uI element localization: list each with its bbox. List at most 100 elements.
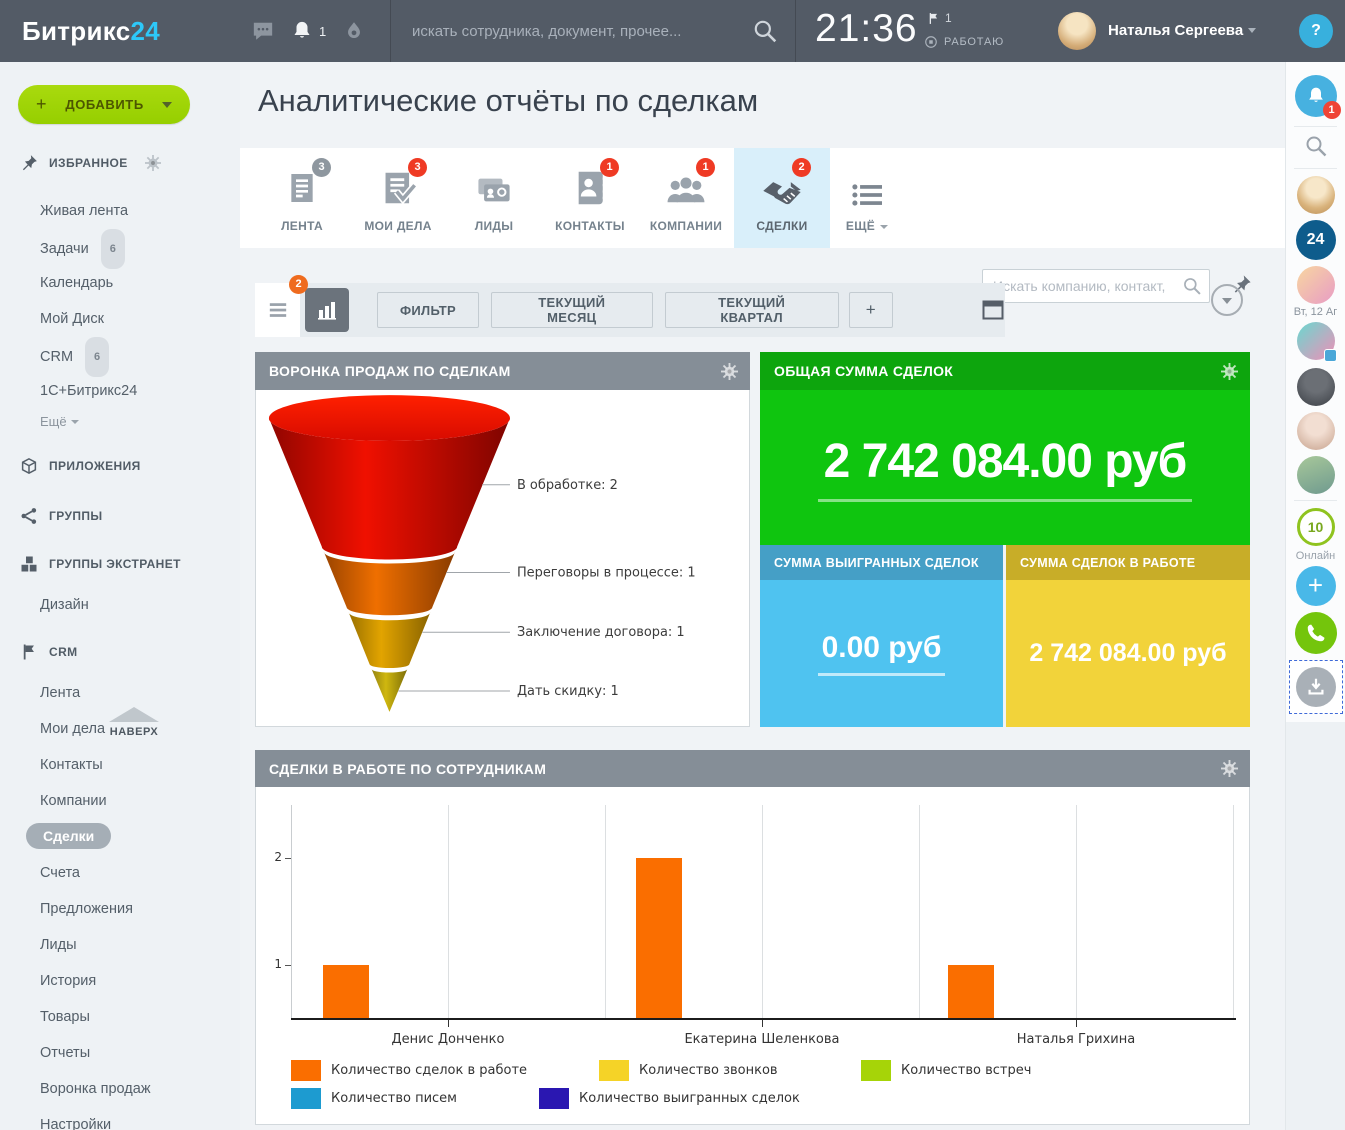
- user-name[interactable]: Наталья Сергеева: [1108, 0, 1243, 62]
- rail-date-label: Вт, 12 Аг: [1294, 306, 1338, 318]
- back-to-top-button[interactable]: НАВЕРХ: [96, 707, 172, 738]
- filter-button[interactable]: ФИЛЬТР: [377, 292, 479, 328]
- sidebar-item-invoices[interactable]: Счета: [0, 855, 240, 891]
- rail-contact-avatar[interactable]: [1297, 456, 1335, 494]
- download-icon: [1305, 676, 1327, 698]
- gridline: [762, 805, 763, 1018]
- sidebar-item-tasks[interactable]: Задачи6: [0, 229, 240, 265]
- sidebar-item-reports[interactable]: Отчеты: [0, 1035, 240, 1071]
- messages-icon[interactable]: [252, 20, 274, 42]
- add-filter-button[interactable]: +: [849, 292, 893, 328]
- rail-contact-avatar[interactable]: [1297, 322, 1335, 360]
- global-search-input[interactable]: [412, 14, 742, 48]
- rail-24-badge[interactable]: 24: [1296, 220, 1336, 260]
- rail-search-button[interactable]: [1304, 134, 1328, 158]
- won-deals-sum-value[interactable]: 0.00 руб: [818, 631, 946, 676]
- tab-companies[interactable]: 1 КОМПАНИИ: [638, 148, 734, 248]
- worktime-flag[interactable]: 1: [927, 11, 952, 25]
- gridline: [1076, 805, 1077, 1018]
- left-sidebar: + ДОБАВИТЬ ИЗБРАННОЕ Живая лента Задачи6…: [0, 62, 240, 1130]
- report-toolbar: 2 ФИЛЬТР ТЕКУЩИЙ МЕСЯЦ ТЕКУЩИЙ КВАРТАЛ +: [255, 283, 1005, 337]
- user-menu-caret-icon[interactable]: [1248, 28, 1256, 33]
- inwork-deals-sum-value[interactable]: 2 742 084.00 руб: [1029, 639, 1226, 668]
- add-button[interactable]: + ДОБАВИТЬ: [18, 85, 190, 124]
- sidebar-item-leads[interactable]: Лиды: [0, 927, 240, 963]
- category-label: Наталья Грихина: [946, 1032, 1206, 1047]
- extranet-section-header[interactable]: ГРУППЫ ЭКСТРАНЕТ: [20, 555, 181, 573]
- collapse-widgets-button[interactable]: [1211, 284, 1243, 316]
- sales-funnel-widget: ВОРОНКА ПРОДАЖ ПО СДЕЛКАМ: [255, 352, 750, 727]
- chart-plot-area: [291, 805, 1234, 1018]
- sidebar-item-calendar[interactable]: Календарь: [0, 265, 240, 301]
- rail-contact-avatar[interactable]: [1297, 368, 1335, 406]
- sidebar-item-crm[interactable]: CRM6: [0, 337, 240, 373]
- current-quarter-button[interactable]: ТЕКУЩИЙ КВАРТАЛ: [665, 292, 839, 328]
- sidebar-item-sales-funnel[interactable]: Воронка продаж: [0, 1071, 240, 1107]
- sidebar-item-deals-active[interactable]: Сделки: [0, 819, 240, 855]
- legend-swatch: [599, 1060, 629, 1081]
- badge-24: 24: [1296, 220, 1336, 260]
- list-view-toggle[interactable]: 2: [255, 283, 300, 337]
- chevron-down-icon: [162, 102, 172, 108]
- drive-drop-icon[interactable]: [343, 20, 365, 42]
- rail-contact-avatar[interactable]: [1297, 266, 1335, 304]
- tab-badge: 3: [312, 158, 331, 177]
- favorites-more-link[interactable]: Ещё: [40, 414, 79, 429]
- help-button[interactable]: ?: [1299, 14, 1333, 48]
- tab-deals-active[interactable]: 2 СДЕЛКИ: [734, 148, 830, 248]
- funnel-widget-title: ВОРОНКА ПРОДАЖ ПО СДЕЛКАМ: [269, 363, 511, 379]
- sidebar-item-feed[interactable]: Лента: [0, 675, 240, 711]
- total-deals-sum-value[interactable]: 2 742 084.00 руб: [818, 434, 1193, 502]
- tab-contacts[interactable]: 1 КОНТАКТЫ: [542, 148, 638, 248]
- rail-download-app-button[interactable]: [1289, 660, 1343, 714]
- crm-section-header[interactable]: CRM: [20, 643, 78, 661]
- rail-contact-avatar[interactable]: [1297, 176, 1335, 214]
- rail-online-counter[interactable]: 10: [1297, 508, 1335, 546]
- record-status-icon: [924, 35, 938, 49]
- sidebar-item-quotes[interactable]: Предложения: [0, 891, 240, 927]
- notifications-bell-icon[interactable]: [291, 20, 313, 42]
- flag-icon: [927, 12, 940, 25]
- widget-gear-icon[interactable]: [1221, 760, 1238, 777]
- app-logo[interactable]: Битрикс24: [22, 0, 160, 62]
- current-month-button[interactable]: ТЕКУЩИЙ МЕСЯЦ: [491, 292, 653, 328]
- widget-gear-icon[interactable]: [721, 363, 738, 380]
- sidebar-item-settings[interactable]: Настройки: [0, 1107, 240, 1130]
- apps-section-header[interactable]: ПРИЛОЖЕНИЯ: [20, 457, 141, 475]
- favorites-gear-icon[interactable]: [145, 155, 161, 171]
- rail-invite-button[interactable]: +: [1296, 566, 1336, 606]
- favorites-section-header: ИЗБРАННОЕ: [20, 154, 161, 172]
- chart-view-icon: [315, 298, 339, 322]
- tab-my-activities[interactable]: 3 МОИ ДЕЛА: [350, 148, 446, 248]
- entity-search-input[interactable]: [982, 269, 1210, 303]
- calendar-view-icon[interactable]: [981, 299, 1005, 321]
- rail-notifications-button[interactable]: 1: [1295, 75, 1337, 117]
- sidebar-item-contacts[interactable]: Контакты: [0, 747, 240, 783]
- avatar: [1297, 176, 1335, 214]
- worktime-clock[interactable]: 21:36: [815, 7, 918, 51]
- logo-suffix: 24: [131, 16, 161, 46]
- tab-leads[interactable]: ЛИДЫ: [446, 148, 542, 248]
- sidebar-item-history[interactable]: История: [0, 963, 240, 999]
- sidebar-item-1c-bitrix24[interactable]: 1С+Битрикс24: [0, 373, 240, 409]
- topbar-divider: [390, 0, 391, 62]
- total-widget-title: ОБЩАЯ СУММА СДЕЛОК: [774, 363, 953, 379]
- sidebar-item-products[interactable]: Товары: [0, 999, 240, 1035]
- funnel-stage-3: [349, 612, 431, 668]
- rail-contact-avatar[interactable]: [1297, 412, 1335, 450]
- global-search-icon[interactable]: [752, 18, 778, 44]
- chart-view-toggle[interactable]: [305, 288, 349, 332]
- entity-search-icon[interactable]: [1182, 276, 1202, 296]
- sidebar-item-design[interactable]: Дизайн: [0, 587, 240, 623]
- work-status[interactable]: РАБОТАЮ: [924, 35, 1004, 49]
- rail-call-button[interactable]: [1295, 612, 1337, 654]
- tab-more[interactable]: ЕЩЁ: [830, 148, 904, 248]
- sidebar-item-live-feed[interactable]: Живая лента: [0, 193, 240, 229]
- groups-section-header[interactable]: ГРУППЫ: [20, 507, 103, 525]
- sidebar-item-my-disk[interactable]: Мой Диск: [0, 301, 240, 337]
- rail-divider: [1294, 168, 1337, 169]
- user-avatar[interactable]: [1058, 12, 1096, 50]
- sidebar-item-companies[interactable]: Компании: [0, 783, 240, 819]
- tab-feed[interactable]: 3 ЛЕНТА: [254, 148, 350, 248]
- widget-gear-icon[interactable]: [1221, 363, 1238, 380]
